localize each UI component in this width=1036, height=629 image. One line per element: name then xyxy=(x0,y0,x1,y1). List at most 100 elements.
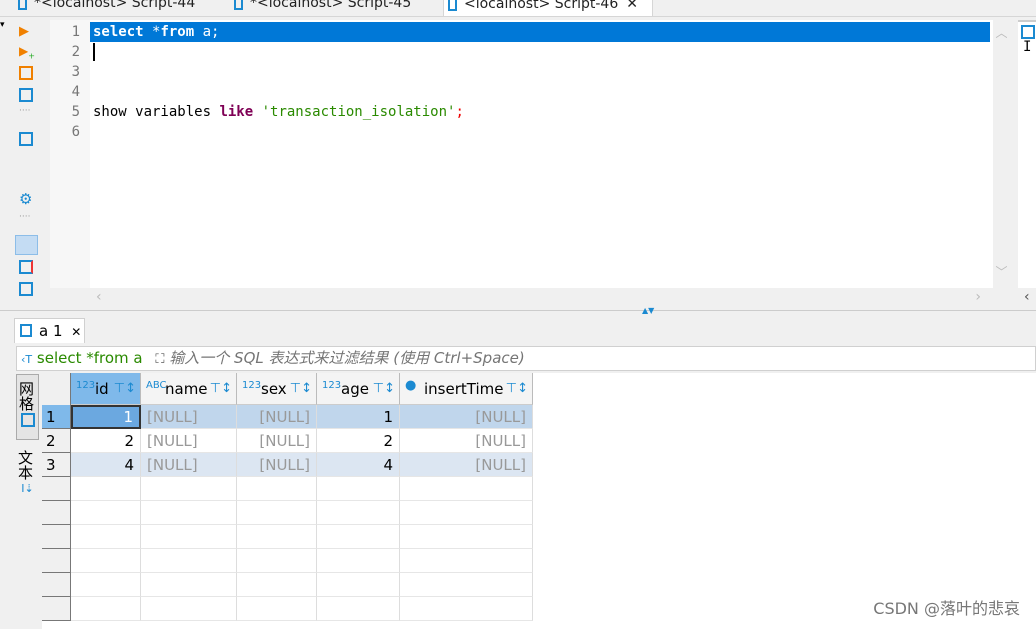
table-cell[interactable] xyxy=(141,549,237,573)
dropdown-icon[interactable]: ▾ xyxy=(0,20,8,30)
row-number[interactable] xyxy=(42,549,71,573)
table-cell[interactable]: [NULL] xyxy=(400,405,533,429)
row-number[interactable]: 1 xyxy=(42,405,71,429)
grid-corner xyxy=(42,373,71,405)
table-cell[interactable] xyxy=(141,597,237,621)
text-view-tab[interactable]: 文本 I⇣ xyxy=(16,450,39,506)
filter-sort-icon[interactable]: ⊤↕ xyxy=(114,373,136,405)
tab-script-46[interactable]: <localhost> Script-46 ✕ xyxy=(443,0,653,16)
table-cell[interactable] xyxy=(317,597,400,621)
table-cell[interactable] xyxy=(71,573,141,597)
table-cell[interactable] xyxy=(237,501,317,525)
row-number[interactable] xyxy=(42,573,71,597)
execute-script-icon[interactable] xyxy=(19,66,33,80)
close-icon[interactable]: ✕ xyxy=(71,325,81,339)
table-cell[interactable]: [NULL] xyxy=(141,429,237,453)
table-cell[interactable] xyxy=(71,477,141,501)
explain-icon[interactable] xyxy=(19,88,33,102)
table-cell[interactable]: [NULL] xyxy=(400,453,533,477)
scroll-right-icon[interactable]: › xyxy=(975,289,981,305)
filter-input[interactable] xyxy=(169,349,770,367)
table-cell[interactable]: 2 xyxy=(71,429,141,453)
variables-icon[interactable] xyxy=(19,282,33,296)
results-tab[interactable]: a 1 ✕ xyxy=(14,318,85,343)
filter-sort-icon[interactable]: ⊤↕ xyxy=(506,373,528,405)
table-cell[interactable]: 1 xyxy=(71,405,141,429)
table-cell[interactable] xyxy=(71,549,141,573)
tab-script-44[interactable]: *<localhost> Script-44 xyxy=(14,0,195,16)
table-cell[interactable] xyxy=(237,597,317,621)
table-cell[interactable]: [NULL] xyxy=(141,405,237,429)
table-cell[interactable] xyxy=(141,477,237,501)
sql-editor[interactable]: select *from a; show variables like 'tra… xyxy=(90,20,993,288)
editor-vertical-scrollbar[interactable]: ︿ ﹀ xyxy=(993,20,1010,288)
editor-tab-bar: *<localhost> Script-44 *<localhost> Scri… xyxy=(0,0,1036,17)
execute-new-tab-icon[interactable]: ▶+ xyxy=(19,44,35,60)
row-number[interactable]: 2 xyxy=(42,429,71,453)
row-number[interactable] xyxy=(42,525,71,549)
table-cell[interactable] xyxy=(317,549,400,573)
table-cell[interactable] xyxy=(317,573,400,597)
table-cell[interactable]: [NULL] xyxy=(400,429,533,453)
output-icon[interactable] xyxy=(1021,25,1035,39)
table-cell[interactable]: 4 xyxy=(71,453,141,477)
console-icon[interactable] xyxy=(19,132,33,146)
table-cell[interactable] xyxy=(237,549,317,573)
scroll-left-icon[interactable]: ‹ xyxy=(1024,289,1030,305)
table-cell[interactable]: 2 xyxy=(317,429,400,453)
column-header-name[interactable]: ABC name ⊤↕ xyxy=(141,373,237,405)
row-number[interactable]: 3 xyxy=(42,453,71,477)
table-cell[interactable] xyxy=(141,501,237,525)
script-error-icon[interactable] xyxy=(19,260,33,274)
row-number[interactable] xyxy=(42,597,71,621)
table-cell[interactable] xyxy=(71,501,141,525)
scroll-left-icon[interactable]: ‹ xyxy=(96,289,102,305)
table-cell[interactable] xyxy=(400,597,533,621)
filter-sort-icon[interactable]: ⊤↕ xyxy=(290,373,312,405)
table-cell[interactable]: 1 xyxy=(317,405,400,429)
table-cell[interactable] xyxy=(317,525,400,549)
table-cell[interactable] xyxy=(71,597,141,621)
grid-view-tab[interactable]: 网格 xyxy=(16,374,39,440)
table-cell[interactable] xyxy=(141,525,237,549)
number-type-icon: 123 xyxy=(242,380,262,391)
output-panel-icon[interactable] xyxy=(15,235,38,255)
filter-sort-icon[interactable]: ⊤↕ xyxy=(373,373,395,405)
table-cell[interactable] xyxy=(141,573,237,597)
table-cell[interactable] xyxy=(400,573,533,597)
table-cell[interactable] xyxy=(400,501,533,525)
filter-sort-icon[interactable]: ⊤↕ xyxy=(210,373,232,405)
editor-horizontal-scrollbar[interactable]: ‹ › xyxy=(90,289,993,307)
separator: ···· xyxy=(19,106,31,116)
table-cell[interactable] xyxy=(237,477,317,501)
table-cell[interactable] xyxy=(317,501,400,525)
table-cell[interactable] xyxy=(237,573,317,597)
tab-script-45[interactable]: *<localhost> Script-45 xyxy=(230,0,411,16)
expand-icon[interactable]: ⛶ xyxy=(155,352,164,367)
column-header-age[interactable]: 123 age ⊤↕ xyxy=(317,373,400,405)
table-cell[interactable]: [NULL] xyxy=(237,405,317,429)
table-cell[interactable] xyxy=(400,477,533,501)
scroll-down-icon[interactable]: ﹀ xyxy=(993,263,1010,280)
splitter-arrows-icon[interactable]: ▲▼ xyxy=(642,306,654,315)
table-cell[interactable]: [NULL] xyxy=(237,429,317,453)
table-cell[interactable] xyxy=(400,525,533,549)
table-cell[interactable] xyxy=(317,477,400,501)
close-icon[interactable]: ✕ xyxy=(626,0,638,12)
row-number[interactable] xyxy=(42,477,71,501)
table-cell[interactable]: 4 xyxy=(317,453,400,477)
table-cell[interactable] xyxy=(71,525,141,549)
gear-icon[interactable]: ⚙ xyxy=(19,192,33,207)
table-cell[interactable] xyxy=(237,525,317,549)
column-header-sex[interactable]: 123 sex ⊤↕ xyxy=(237,373,317,405)
column-header-id[interactable]: 123 id ⊤↕ xyxy=(71,373,141,405)
table-cell[interactable] xyxy=(400,549,533,573)
splitter[interactable] xyxy=(0,310,1036,311)
column-header-insertTime[interactable]: ● insertTime ⊤↕ xyxy=(400,373,533,405)
execute-icon[interactable]: ▶ xyxy=(19,24,33,39)
table-cell[interactable]: [NULL] xyxy=(237,453,317,477)
scroll-up-icon[interactable]: ︿ xyxy=(993,24,1010,41)
text-cursor xyxy=(93,43,95,61)
row-number[interactable] xyxy=(42,501,71,525)
table-cell[interactable]: [NULL] xyxy=(141,453,237,477)
